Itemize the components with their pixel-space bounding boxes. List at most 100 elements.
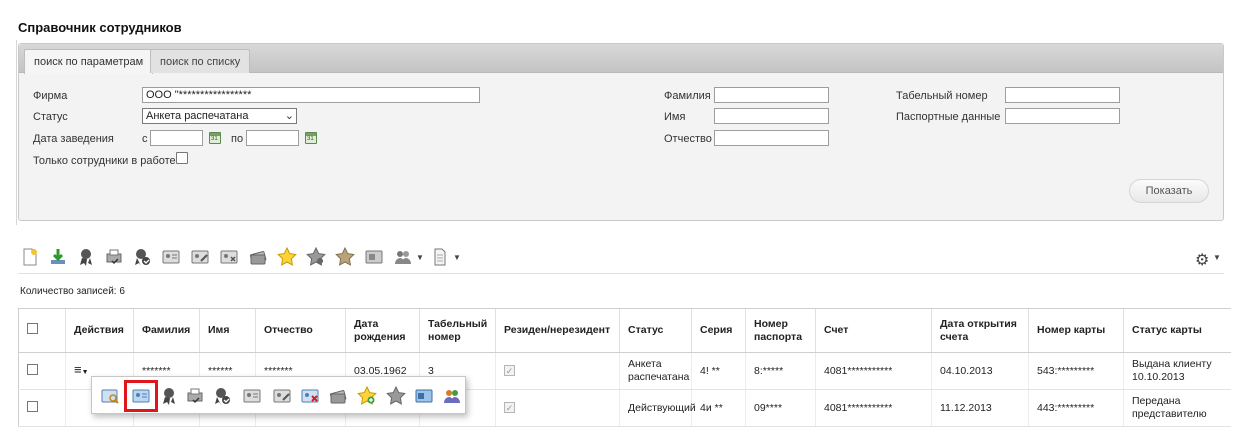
- resident-cell: ✓: [495, 389, 620, 427]
- card-cell: 443:*********: [1028, 389, 1124, 427]
- records-count: Количество записей: 6: [20, 286, 125, 297]
- passport-input[interactable]: [1005, 108, 1120, 124]
- page-icon[interactable]: [430, 247, 450, 267]
- column-header[interactable]: Номер карты: [1028, 308, 1124, 353]
- status-select-value: Анкета распечатана: [146, 110, 249, 122]
- page-title: Справочник сотрудников: [18, 20, 182, 35]
- date-from-input[interactable]: [150, 130, 203, 146]
- column-header[interactable]: Дата рождения: [345, 308, 420, 353]
- award-icon[interactable]: [159, 386, 179, 406]
- actions-popup: [91, 376, 466, 414]
- calendar-icon[interactable]: [209, 132, 221, 144]
- column-header[interactable]: Имя: [199, 308, 256, 353]
- firm-input[interactable]: ООО "*****************: [142, 87, 480, 103]
- new-document-icon[interactable]: [20, 247, 40, 267]
- column-header[interactable]: Табельный номер: [419, 308, 496, 353]
- search-tabs: поиск по параметрам поиск по списку: [19, 44, 1223, 74]
- opened-cell: 11.12.2013: [931, 389, 1029, 427]
- lastname-input[interactable]: [714, 87, 829, 103]
- id-card-delete-icon[interactable]: [300, 386, 320, 406]
- account-cell: 4081***********: [815, 352, 932, 390]
- star-gold-icon[interactable]: [335, 247, 355, 267]
- tabnum-input[interactable]: [1005, 87, 1120, 103]
- id-card-search-icon[interactable]: [100, 386, 120, 406]
- status-cell: Действующий: [619, 389, 696, 427]
- row-select-cell: [18, 389, 66, 427]
- gear-dropdown-icon[interactable]: ▼: [1213, 253, 1221, 262]
- id-card-blue-icon[interactable]: [414, 386, 434, 406]
- users-group-icon[interactable]: [393, 247, 413, 267]
- series-cell: 4и **: [691, 389, 746, 427]
- select-all-checkbox[interactable]: [27, 323, 38, 334]
- printer-check-icon[interactable]: [104, 247, 124, 267]
- resident-checkbox: ✓: [504, 401, 515, 413]
- download-icon[interactable]: [48, 247, 68, 267]
- award-check-icon[interactable]: [212, 386, 232, 406]
- users-group-dropdown-icon[interactable]: ▼: [416, 253, 424, 262]
- tab-search-by-list[interactable]: поиск по списку: [150, 49, 251, 73]
- column-header[interactable]: Номер паспорта: [745, 308, 816, 353]
- series-cell: 4! **: [691, 352, 746, 390]
- printer-check-icon[interactable]: [185, 386, 205, 406]
- column-header[interactable]: Дата открытия счета: [931, 308, 1029, 353]
- firstname-label: Имя: [664, 111, 686, 123]
- date-label: Дата заведения: [33, 133, 114, 145]
- column-header[interactable]: Серия: [691, 308, 746, 353]
- date-from-label: с: [142, 133, 148, 145]
- actions-menu-icon[interactable]: ≡: [74, 362, 82, 377]
- id-card-delete-icon[interactable]: [219, 247, 239, 267]
- middlename-input[interactable]: [714, 130, 829, 146]
- id-card-gray-icon[interactable]: [242, 386, 262, 406]
- column-header[interactable]: Фамилия: [133, 308, 200, 353]
- row-checkbox[interactable]: [27, 400, 38, 412]
- passport-cell: 09****: [745, 389, 816, 427]
- id-card-edit-icon[interactable]: [190, 247, 210, 267]
- status-label: Статус: [33, 111, 68, 123]
- star-gray-icon[interactable]: [386, 386, 406, 406]
- document-icon[interactable]: [364, 247, 384, 267]
- column-header[interactable]: Статус: [619, 308, 692, 353]
- page-dropdown-icon[interactable]: ▼: [453, 253, 461, 262]
- status-select[interactable]: Анкета распечатана ⌄: [142, 108, 297, 124]
- star-icon[interactable]: [277, 247, 297, 267]
- opened-cell: 04.10.2013: [931, 352, 1029, 390]
- table-header: Действия Фамилия Имя Отчество Дата рожде…: [18, 308, 1231, 353]
- middlename-label: Отчество: [664, 133, 712, 145]
- chevron-down-icon: ▼: [81, 369, 89, 376]
- id-card-edit-icon[interactable]: [272, 386, 292, 406]
- calendar-icon[interactable]: [305, 132, 317, 144]
- select-all-cell: [18, 308, 66, 353]
- column-header[interactable]: Счет: [815, 308, 932, 353]
- card-status-cell: Передана представителю: [1123, 389, 1231, 427]
- row-checkbox[interactable]: [27, 363, 38, 375]
- firstname-input[interactable]: [714, 108, 829, 124]
- search-panel: поиск по параметрам поиск по списку Фирм…: [18, 43, 1224, 221]
- column-header[interactable]: Отчество: [255, 308, 346, 353]
- tab-search-by-params[interactable]: поиск по параметрам: [24, 49, 154, 74]
- column-header[interactable]: Статус карты: [1123, 308, 1231, 353]
- card-status-cell: Выдана клиенту 10.10.2013: [1123, 352, 1231, 390]
- column-header[interactable]: Действия: [65, 308, 134, 353]
- award-icon[interactable]: [76, 247, 96, 267]
- gear-icon[interactable]: ⚙: [1195, 250, 1209, 270]
- only-working-label: Только сотрудники в работе: [33, 155, 176, 167]
- date-to-input[interactable]: [246, 130, 299, 146]
- show-button[interactable]: Показать: [1129, 179, 1209, 203]
- only-working-checkbox[interactable]: [176, 152, 188, 164]
- card-stack-icon[interactable]: [248, 247, 268, 267]
- status-cell: Анкета распечатана: [619, 352, 692, 390]
- lastname-label: Фамилия: [664, 90, 711, 102]
- account-cell: 4081***********: [815, 389, 932, 427]
- resident-checkbox: ✓: [504, 364, 515, 376]
- users-group-icon[interactable]: [442, 386, 462, 406]
- award-check-icon[interactable]: [132, 247, 152, 267]
- row-select-cell: [18, 352, 66, 390]
- toolbar-separator: [18, 273, 1224, 274]
- card-stack-icon[interactable]: [328, 386, 348, 406]
- resident-cell: ✓: [495, 352, 620, 390]
- star-gray-icon[interactable]: [306, 247, 326, 267]
- star-add-icon[interactable]: [357, 386, 377, 406]
- id-card-icon[interactable]: [161, 247, 181, 267]
- card-cell: 543:*********: [1028, 352, 1124, 390]
- column-header[interactable]: Резиден/нерезидент: [495, 308, 620, 353]
